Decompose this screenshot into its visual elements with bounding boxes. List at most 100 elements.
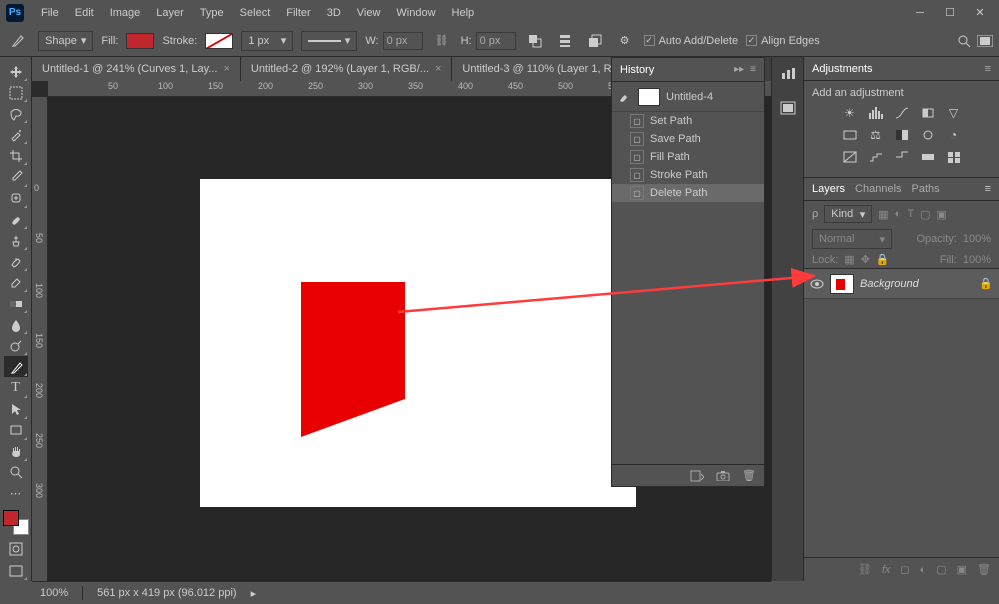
- color-wells[interactable]: [3, 510, 29, 535]
- gradient-map-adjustment-icon[interactable]: [919, 149, 937, 165]
- fill-swatch[interactable]: [126, 33, 154, 49]
- magic-wand-tool[interactable]: [4, 124, 28, 145]
- opacity-value[interactable]: 100%: [963, 233, 991, 245]
- layer-style-icon[interactable]: fx: [882, 564, 891, 576]
- selective-color-adjustment-icon[interactable]: [945, 149, 963, 165]
- path-arrangement-button[interactable]: [584, 30, 606, 52]
- new-adjustment-layer-icon[interactable]: ◐: [920, 564, 927, 576]
- history-item[interactable]: ▢Save Path: [612, 130, 764, 148]
- new-layer-icon[interactable]: ▣: [957, 563, 967, 576]
- pen-tool-icon[interactable]: [6, 29, 30, 53]
- create-document-icon[interactable]: [690, 470, 704, 482]
- dodge-tool[interactable]: [4, 335, 28, 356]
- layer-mask-icon[interactable]: ◻: [900, 563, 909, 576]
- canvas[interactable]: [200, 179, 636, 507]
- search-icon[interactable]: [957, 34, 971, 48]
- filter-adjustment-icon[interactable]: ◐: [895, 208, 902, 220]
- eraser-tool[interactable]: [4, 272, 28, 293]
- exposure-adjustment-icon[interactable]: [919, 105, 937, 121]
- invert-adjustment-icon[interactable]: [841, 149, 859, 165]
- menu-file[interactable]: File: [34, 4, 66, 22]
- hand-tool[interactable]: [4, 441, 28, 462]
- fill-value[interactable]: 100%: [963, 254, 991, 266]
- close-tab-icon[interactable]: ×: [223, 63, 229, 75]
- vibrance-adjustment-icon[interactable]: ▽: [945, 105, 963, 121]
- history-panel[interactable]: History ▸▸≡ Untitled-4 ▢Set Path ▢Save P…: [611, 57, 765, 487]
- stroke-width-dropdown[interactable]: 1 px▾: [241, 31, 293, 51]
- link-icon[interactable]: ⛓: [431, 34, 453, 47]
- adjustments-tab[interactable]: Adjustments: [812, 63, 873, 75]
- filter-image-icon[interactable]: ▦: [878, 208, 888, 221]
- menu-layer[interactable]: Layer: [149, 4, 191, 22]
- layer-filter-dropdown[interactable]: Kind▾: [824, 205, 872, 223]
- delete-state-icon[interactable]: 🗑: [742, 469, 756, 482]
- menu-select[interactable]: Select: [233, 4, 278, 22]
- posterize-adjustment-icon[interactable]: [867, 149, 885, 165]
- maximize-button[interactable]: ☐: [937, 4, 963, 22]
- document-tab-2[interactable]: Untitled-2 @ 192% (Layer 1, RGB/...×: [241, 57, 453, 81]
- quick-mask-tool[interactable]: [4, 539, 28, 560]
- levels-adjustment-icon[interactable]: [867, 105, 885, 121]
- menu-filter[interactable]: Filter: [279, 4, 317, 22]
- marquee-tool[interactable]: [4, 82, 28, 103]
- gradient-tool[interactable]: [4, 293, 28, 314]
- menu-help[interactable]: Help: [445, 4, 482, 22]
- new-snapshot-icon[interactable]: [716, 470, 730, 481]
- delete-layer-icon[interactable]: 🗑: [977, 563, 991, 576]
- auto-add-delete-checkbox[interactable]: ✓Auto Add/Delete: [644, 35, 739, 47]
- screen-mode-tool[interactable]: [4, 560, 28, 581]
- close-button[interactable]: ✕: [967, 4, 993, 22]
- collapse-icon[interactable]: ▸▸: [734, 64, 744, 75]
- lock-position-icon[interactable]: ✥: [861, 253, 870, 266]
- eyedropper-tool[interactable]: [4, 166, 28, 187]
- threshold-adjustment-icon[interactable]: [893, 149, 911, 165]
- align-edges-checkbox[interactable]: ✓Align Edges: [746, 35, 820, 47]
- width-input[interactable]: [383, 32, 423, 50]
- layer-name[interactable]: Background: [860, 278, 919, 290]
- stroke-style-dropdown[interactable]: ▾: [301, 31, 357, 51]
- minimize-button[interactable]: ─: [907, 4, 933, 22]
- path-operations-button[interactable]: [524, 30, 546, 52]
- paths-tab[interactable]: Paths: [912, 183, 940, 195]
- filter-shape-icon[interactable]: ▢: [920, 208, 930, 221]
- menu-3d[interactable]: 3D: [320, 4, 348, 22]
- panel-menu-icon[interactable]: ≡: [750, 64, 756, 75]
- photo-filter-adjustment-icon[interactable]: [919, 127, 937, 143]
- history-brush-tool[interactable]: [4, 251, 28, 272]
- history-item[interactable]: ▢Stroke Path: [612, 166, 764, 184]
- crop-tool[interactable]: [4, 145, 28, 166]
- vertical-ruler[interactable]: 0 50 100 150 200 250 300: [32, 97, 48, 581]
- channels-tab[interactable]: Channels: [855, 183, 901, 195]
- blend-mode-dropdown[interactable]: Normal▾: [812, 229, 892, 249]
- lock-pixels-icon[interactable]: ▦: [844, 253, 854, 266]
- layer-thumbnail[interactable]: [830, 274, 854, 294]
- brightness-adjustment-icon[interactable]: ☀: [841, 105, 859, 121]
- move-tool[interactable]: [4, 61, 28, 82]
- height-input[interactable]: [476, 32, 516, 50]
- history-item[interactable]: ▢Set Path: [612, 112, 764, 130]
- chevron-right-icon[interactable]: ▸: [251, 587, 257, 600]
- menu-image[interactable]: Image: [103, 4, 148, 22]
- zoom-level[interactable]: 100%: [40, 587, 68, 599]
- new-group-icon[interactable]: ▢: [936, 563, 946, 576]
- foreground-color[interactable]: [3, 510, 19, 526]
- filter-type-icon[interactable]: T: [907, 208, 914, 220]
- healing-brush-tool[interactable]: [4, 188, 28, 209]
- filter-smart-icon[interactable]: ▣: [936, 208, 946, 221]
- menu-edit[interactable]: Edit: [68, 4, 101, 22]
- screen-mode-icon[interactable]: [977, 35, 993, 47]
- type-tool[interactable]: T: [4, 377, 28, 398]
- history-snapshot[interactable]: Untitled-4: [612, 82, 764, 112]
- lasso-tool[interactable]: [4, 103, 28, 124]
- path-alignment-button[interactable]: [554, 30, 576, 52]
- document-tab-1[interactable]: Untitled-1 @ 241% (Curves 1, Lay...×: [32, 57, 241, 81]
- collapsed-panel-icon[interactable]: [777, 97, 799, 119]
- link-layers-icon[interactable]: ⛓: [858, 563, 872, 576]
- stroke-swatch[interactable]: [205, 33, 233, 49]
- layer-row-background[interactable]: Background 🔒: [804, 269, 999, 299]
- path-selection-tool[interactable]: [4, 399, 28, 420]
- bw-adjustment-icon[interactable]: [893, 127, 911, 143]
- menu-window[interactable]: Window: [389, 4, 442, 22]
- edit-toolbar[interactable]: ⋯: [4, 483, 28, 504]
- menu-view[interactable]: View: [350, 4, 388, 22]
